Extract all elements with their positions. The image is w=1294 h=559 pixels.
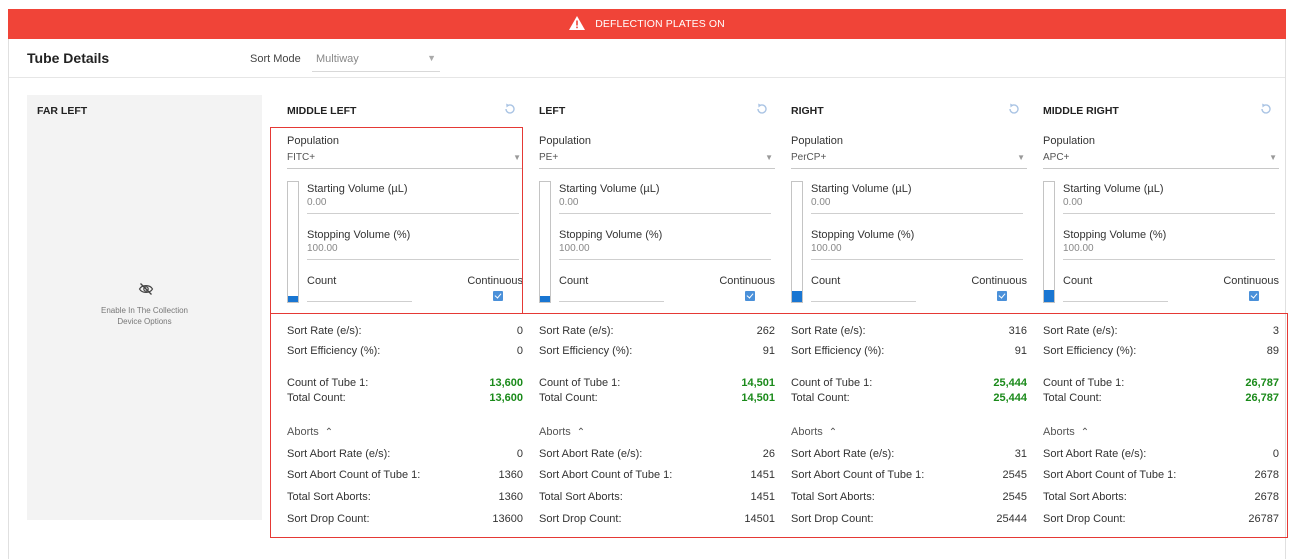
starting-volume-value: 0.00 [1063, 197, 1083, 208]
highlight-box-settings [270, 127, 523, 314]
far-left-title: FAR LEFT [37, 105, 88, 117]
field-underline [811, 213, 1023, 214]
chevron-down-icon: ▼ [427, 53, 436, 63]
far-left-message: Enable In The Collection Device Options [27, 305, 262, 327]
field-underline [559, 213, 771, 214]
stopping-volume-field[interactable]: Stopping Volume (%) 100.00 [1063, 229, 1275, 260]
stopping-volume-label: Stopping Volume (%) [1063, 229, 1167, 241]
stopping-volume-value: 100.00 [559, 243, 590, 254]
stopping-volume-field[interactable]: Stopping Volume (%) 100.00 [811, 229, 1023, 260]
volume-level-bar [1043, 181, 1055, 303]
count-label: Count [811, 275, 841, 287]
field-underline [1063, 213, 1275, 214]
volume-level-bar [791, 181, 803, 303]
chevron-down-icon: ▼ [765, 153, 773, 162]
volume-level-fill [1044, 290, 1054, 302]
field-underline [1063, 259, 1275, 260]
stopping-volume-value: 100.00 [1063, 243, 1094, 254]
continuous-checkbox[interactable] [1249, 291, 1259, 301]
stopping-volume-field[interactable]: Stopping Volume (%) 100.00 [559, 229, 771, 260]
stopping-volume-value: 100.00 [811, 243, 842, 254]
field-underline [811, 259, 1023, 260]
eye-off-icon [138, 281, 154, 297]
column-title: RIGHT [791, 105, 824, 117]
population-select[interactable]: PerCP+ ▼ [791, 149, 1027, 169]
far-left-panel: FAR LEFT Enable In The Collection Device… [27, 95, 262, 520]
continuous-label: Continuous [1223, 275, 1279, 287]
volume-level-fill [792, 291, 802, 302]
reset-icon[interactable] [755, 102, 769, 116]
deflection-warning-banner: DEFLECTION PLATES ON [8, 9, 1286, 39]
sort-mode-select[interactable]: Multiway ▼ [312, 50, 440, 72]
far-left-message-line2: Device Options [117, 317, 172, 326]
sort-mode-label: Sort Mode [250, 53, 301, 65]
page-title: Tube Details [27, 50, 110, 66]
chevron-down-icon: ▼ [1269, 153, 1277, 162]
sort-mode-value: Multiway [316, 53, 359, 65]
population-label: Population [539, 135, 591, 147]
population-value: APC+ [1043, 152, 1070, 163]
starting-volume-value: 0.00 [811, 197, 831, 208]
stopping-volume-label: Stopping Volume (%) [811, 229, 915, 241]
stopping-volume-label: Stopping Volume (%) [559, 229, 663, 241]
population-label: Population [1043, 135, 1095, 147]
starting-volume-label: Starting Volume (µL) [1063, 183, 1164, 195]
column-title: MIDDLE LEFT [287, 105, 357, 117]
count-input[interactable] [1063, 301, 1168, 302]
population-label: Population [791, 135, 843, 147]
continuous-checkbox[interactable] [745, 291, 755, 301]
starting-volume-field[interactable]: Starting Volume (µL) 0.00 [559, 183, 771, 214]
highlight-box-statistics [270, 313, 1288, 538]
population-value: PE+ [539, 152, 559, 163]
frame-border-left [8, 39, 9, 559]
column-title: MIDDLE RIGHT [1043, 105, 1119, 117]
chevron-down-icon: ▼ [1017, 153, 1025, 162]
continuous-label: Continuous [719, 275, 775, 287]
volume-level-fill [540, 296, 550, 302]
warning-icon [569, 16, 587, 32]
banner-text: DEFLECTION PLATES ON [595, 18, 725, 30]
starting-volume-value: 0.00 [559, 197, 579, 208]
header-divider [9, 77, 1285, 78]
column-title: LEFT [539, 105, 566, 117]
count-label: Count [559, 275, 589, 287]
volume-level-bar [539, 181, 551, 303]
reset-icon[interactable] [503, 102, 517, 116]
starting-volume-field[interactable]: Starting Volume (µL) 0.00 [1063, 183, 1275, 214]
far-left-message-line1: Enable In The Collection [100, 306, 189, 315]
reset-icon[interactable] [1007, 102, 1021, 116]
starting-volume-label: Starting Volume (µL) [559, 183, 660, 195]
continuous-label: Continuous [971, 275, 1027, 287]
reset-icon[interactable] [1259, 102, 1273, 116]
count-input[interactable] [559, 301, 664, 302]
starting-volume-label: Starting Volume (µL) [811, 183, 912, 195]
starting-volume-field[interactable]: Starting Volume (µL) 0.00 [811, 183, 1023, 214]
population-select[interactable]: APC+ ▼ [1043, 149, 1279, 169]
population-value: PerCP+ [791, 152, 827, 163]
continuous-checkbox[interactable] [997, 291, 1007, 301]
field-underline [559, 259, 771, 260]
count-input[interactable] [811, 301, 916, 302]
count-label: Count [1063, 275, 1093, 287]
population-select[interactable]: PE+ ▼ [539, 149, 775, 169]
